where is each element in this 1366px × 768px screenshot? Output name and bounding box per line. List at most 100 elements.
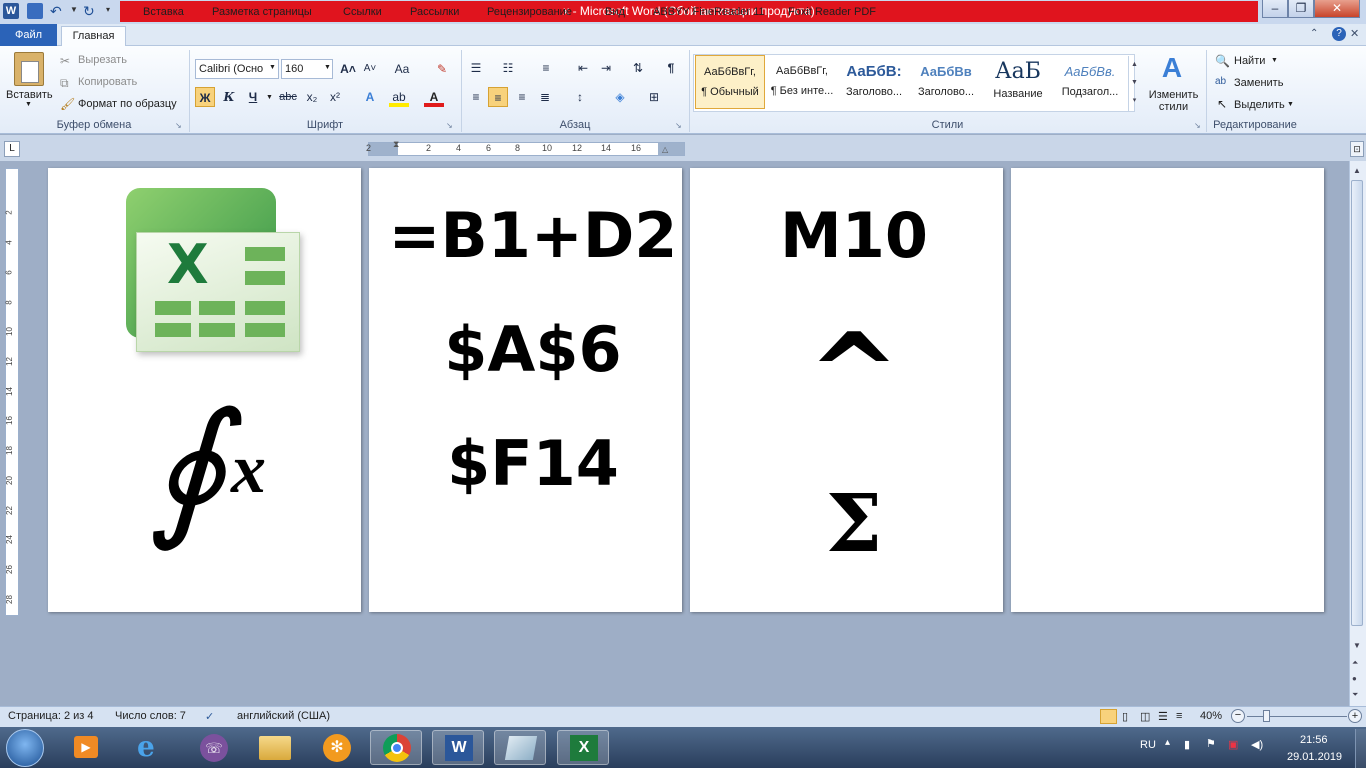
- grow-font-button[interactable]: A˄: [338, 59, 358, 79]
- increase-indent-icon[interactable]: ⇥: [596, 58, 616, 78]
- document-page-4[interactable]: [1011, 168, 1324, 612]
- shrink-font-button[interactable]: A˅: [360, 59, 380, 79]
- customize-qat-icon[interactable]: ▾: [106, 5, 110, 14]
- scroll-up-icon[interactable]: ▲: [1353, 166, 1361, 175]
- zoom-level[interactable]: 40%: [1200, 710, 1222, 722]
- tab-file[interactable]: Файл: [0, 24, 57, 46]
- strikethrough-button[interactable]: abc: [278, 87, 298, 107]
- tab-references[interactable]: Ссылки: [343, 3, 382, 22]
- power-warning-icon[interactable]: ▣: [1228, 738, 1238, 751]
- bold-button[interactable]: Ж: [195, 87, 215, 107]
- tab-page-layout[interactable]: Разметка страницы: [212, 3, 312, 22]
- paste-icon[interactable]: [14, 52, 44, 86]
- print-layout-view-icon[interactable]: [1100, 709, 1117, 724]
- action-center-flag-icon[interactable]: ⚑: [1206, 737, 1216, 750]
- scrollbar-thumb[interactable]: [1351, 180, 1363, 626]
- clipboard-launcher-icon[interactable]: ↘: [175, 121, 182, 130]
- highlight-icon[interactable]: ab: [389, 87, 409, 107]
- styles-launcher-icon[interactable]: ↘: [1194, 121, 1201, 130]
- change-styles-button[interactable]: Изменить стили: [1146, 89, 1201, 113]
- styles-scroll-icon[interactable]: ▲ ▼ ▾: [1128, 56, 1140, 112]
- clock-date[interactable]: 29.01.2019: [1287, 751, 1342, 763]
- web-layout-view-icon[interactable]: ◫: [1140, 710, 1150, 723]
- indent-marker-icon[interactable]: ⧗: [393, 139, 399, 150]
- borders-icon[interactable]: ⊞: [644, 87, 664, 107]
- close-button[interactable]: ✕: [1314, 0, 1360, 18]
- tray-expand-icon[interactable]: ▴: [1165, 737, 1170, 748]
- draft-view-icon[interactable]: ≡: [1176, 710, 1182, 722]
- underline-dropdown-icon[interactable]: ▼: [266, 94, 273, 101]
- right-indent-marker-icon[interactable]: △: [662, 145, 668, 154]
- select-dropdown-icon[interactable]: ▼: [1287, 101, 1294, 108]
- tab-home[interactable]: Главная: [61, 26, 126, 47]
- superscript-button[interactable]: x²: [325, 87, 345, 107]
- taskbar-excel[interactable]: X: [557, 730, 609, 765]
- justify-icon[interactable]: ≣: [535, 87, 555, 107]
- style-title[interactable]: АаБ Название: [983, 55, 1053, 109]
- style-heading-2[interactable]: АаБбВв Заголово...: [911, 55, 981, 109]
- copy-button[interactable]: Копировать: [78, 76, 137, 88]
- minimize-button[interactable]: –: [1262, 0, 1288, 18]
- language-status[interactable]: английский (США): [237, 710, 330, 722]
- close-doc-icon[interactable]: ✕: [1350, 27, 1359, 40]
- align-left-icon[interactable]: ≡: [466, 87, 486, 107]
- taskbar-viber[interactable]: ☏: [186, 730, 238, 765]
- sort-icon[interactable]: ⇅: [628, 58, 648, 78]
- zoom-in-icon[interactable]: +: [1348, 709, 1362, 723]
- subscript-button[interactable]: x₂: [302, 87, 322, 107]
- tab-mailings[interactable]: Рассылки: [410, 3, 459, 22]
- repeat-icon[interactable]: ↻: [83, 3, 95, 20]
- change-case-button[interactable]: Aa: [390, 59, 414, 79]
- keyboard-language[interactable]: RU: [1140, 739, 1156, 751]
- tab-abbyy[interactable]: ABBYY FineReader 11: [653, 3, 765, 22]
- taskbar-chrome[interactable]: [370, 730, 422, 765]
- word-app-icon[interactable]: W: [3, 3, 19, 19]
- undo-icon[interactable]: ↶: [50, 3, 62, 20]
- tab-review[interactable]: Рецензирование: [487, 3, 572, 22]
- paste-dropdown-icon[interactable]: ▼: [25, 101, 32, 108]
- taskbar-notes[interactable]: [494, 730, 546, 765]
- bullets-icon[interactable]: ☰: [466, 58, 486, 78]
- line-spacing-icon[interactable]: ↕: [570, 87, 590, 107]
- scroll-down-icon[interactable]: ▼: [1353, 641, 1361, 650]
- format-painter-button[interactable]: Формат по образцу: [78, 98, 177, 110]
- show-marks-button[interactable]: ¶: [661, 58, 681, 78]
- font-color-icon[interactable]: A: [424, 87, 444, 107]
- word-count-status[interactable]: Число слов: 7: [115, 710, 186, 722]
- paragraph-launcher-icon[interactable]: ↘: [675, 121, 682, 130]
- full-screen-view-icon[interactable]: ▯: [1122, 710, 1128, 723]
- clear-format-icon[interactable]: ✎: [432, 59, 452, 79]
- multilevel-list-icon[interactable]: ≡: [536, 58, 556, 78]
- save-icon[interactable]: [27, 3, 43, 19]
- underline-button[interactable]: Ч: [243, 87, 263, 107]
- font-name-combo[interactable]: Calibri (Осно: [195, 59, 279, 79]
- start-button-icon[interactable]: [6, 729, 44, 767]
- taskbar-word[interactable]: W: [432, 730, 484, 765]
- align-center-icon[interactable]: ≡: [488, 87, 508, 107]
- proofing-icon[interactable]: ✓: [205, 710, 214, 723]
- browse-object-icon[interactable]: ●: [1352, 674, 1357, 683]
- italic-button[interactable]: К: [219, 87, 239, 107]
- taskbar-explorer[interactable]: [249, 730, 301, 765]
- select-button[interactable]: Выделить: [1234, 99, 1285, 111]
- restore-button[interactable]: ❐: [1288, 0, 1314, 18]
- taskbar-internet-explorer[interactable]: e: [125, 730, 177, 765]
- help-icon[interactable]: ?: [1332, 27, 1346, 41]
- style-subtitle[interactable]: АаБбВв. Подзагол...: [1055, 55, 1125, 109]
- text-effects-icon[interactable]: A: [360, 87, 380, 107]
- zoom-slider-thumb[interactable]: [1263, 710, 1270, 722]
- font-launcher-icon[interactable]: ↘: [446, 121, 453, 130]
- taskbar-app-orange[interactable]: ✻: [311, 730, 363, 765]
- prev-page-icon[interactable]: ⏶: [1352, 658, 1358, 668]
- page-count-status[interactable]: Страница: 2 из 4: [8, 710, 94, 722]
- volume-icon[interactable]: ◀): [1251, 738, 1263, 751]
- zoom-slider-track[interactable]: [1247, 716, 1347, 717]
- network-icon[interactable]: ▮: [1184, 738, 1190, 751]
- change-styles-icon[interactable]: A: [1156, 52, 1188, 84]
- taskbar-media-player[interactable]: ▶: [60, 730, 112, 765]
- replace-button[interactable]: Заменить: [1234, 77, 1283, 89]
- shading-icon[interactable]: ◈: [610, 87, 630, 107]
- cut-button[interactable]: Вырезать: [78, 54, 127, 66]
- find-dropdown-icon[interactable]: ▼: [1271, 57, 1278, 64]
- font-size-dropdown-icon[interactable]: ▼: [324, 64, 331, 71]
